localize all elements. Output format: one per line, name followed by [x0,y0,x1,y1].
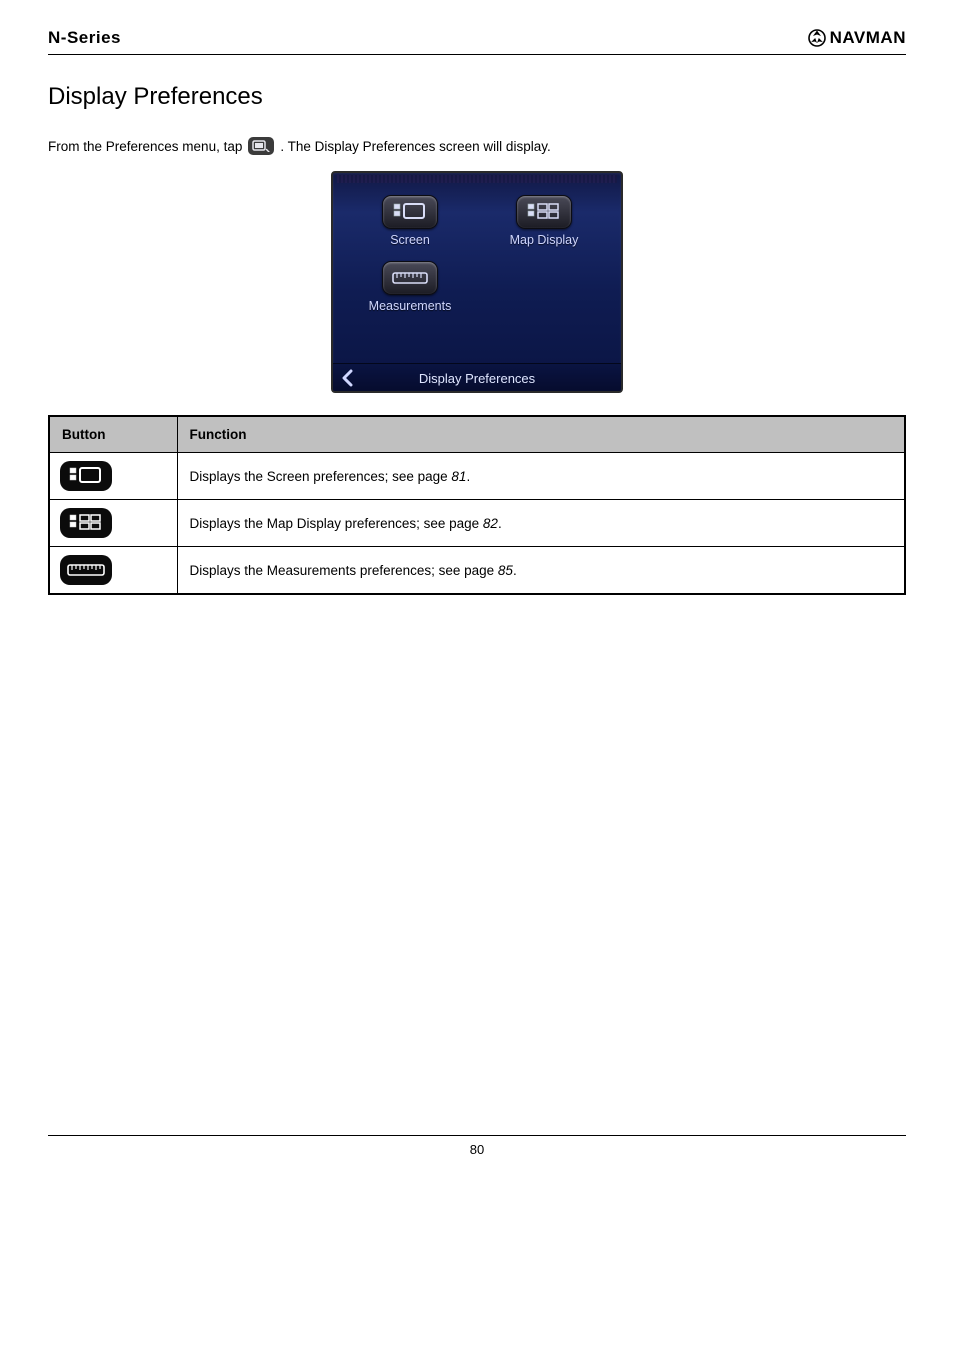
screenshot-map-display-label: Map Display [489,233,599,247]
table-function-suffix: . [513,563,517,578]
page-ref: 85 [498,563,513,578]
intro-after: . The Display Preferences screen will di… [280,139,550,154]
table-function-text: Displays the Map Display preferences; se… [190,516,483,531]
page-ref: 81 [451,469,466,484]
page-footer: 80 [48,1135,906,1157]
navman-logo-icon [808,29,826,47]
table-row: Displays the Screen preferences; see pag… [49,453,905,500]
brand: NAVMAN [808,28,906,48]
table-header-button: Button [49,416,177,453]
page-number: 80 [470,1142,484,1157]
table-function-suffix: . [498,516,502,531]
table-row: Displays the Measurements preferences; s… [49,547,905,595]
table-header-function: Function [177,416,905,453]
screenshot-map-display-button[interactable]: Map Display [489,191,599,247]
measurements-icon [391,268,429,288]
screen-icon [392,202,428,222]
measurements-button-icon [60,555,112,585]
table-function-suffix: . [466,469,470,484]
screenshot-screen-label: Screen [355,233,465,247]
table-function-text: Displays the Screen preferences; see pag… [190,469,452,484]
table-row: Displays the Map Display preferences; se… [49,500,905,547]
page-title: Display Preferences [48,83,906,111]
intro-text: From the Preferences menu, tap . The Dis… [48,137,906,155]
screen-button-icon [60,461,112,491]
screenshot-title: Display Preferences [333,371,621,386]
device-screenshot: Screen Map Display [331,171,623,393]
function-table: Button Function Displays the Screen pr [48,415,906,595]
screenshot-measurements-button[interactable]: Measurements [355,257,465,313]
table-function-text: Displays the Measurements preferences; s… [190,563,498,578]
screenshot-screen-button[interactable]: Screen [355,191,465,247]
brand-name: NAVMAN [830,28,906,48]
map-display-button-icon [60,508,112,538]
series-label: N-Series [48,28,121,48]
page-header: N-Series NAVMAN [48,28,906,55]
page-ref: 82 [483,516,498,531]
intro-before: From the Preferences menu, tap [48,139,242,154]
screenshot-measurements-label: Measurements [355,299,465,313]
map-display-icon [526,202,562,222]
display-icon [248,137,274,155]
